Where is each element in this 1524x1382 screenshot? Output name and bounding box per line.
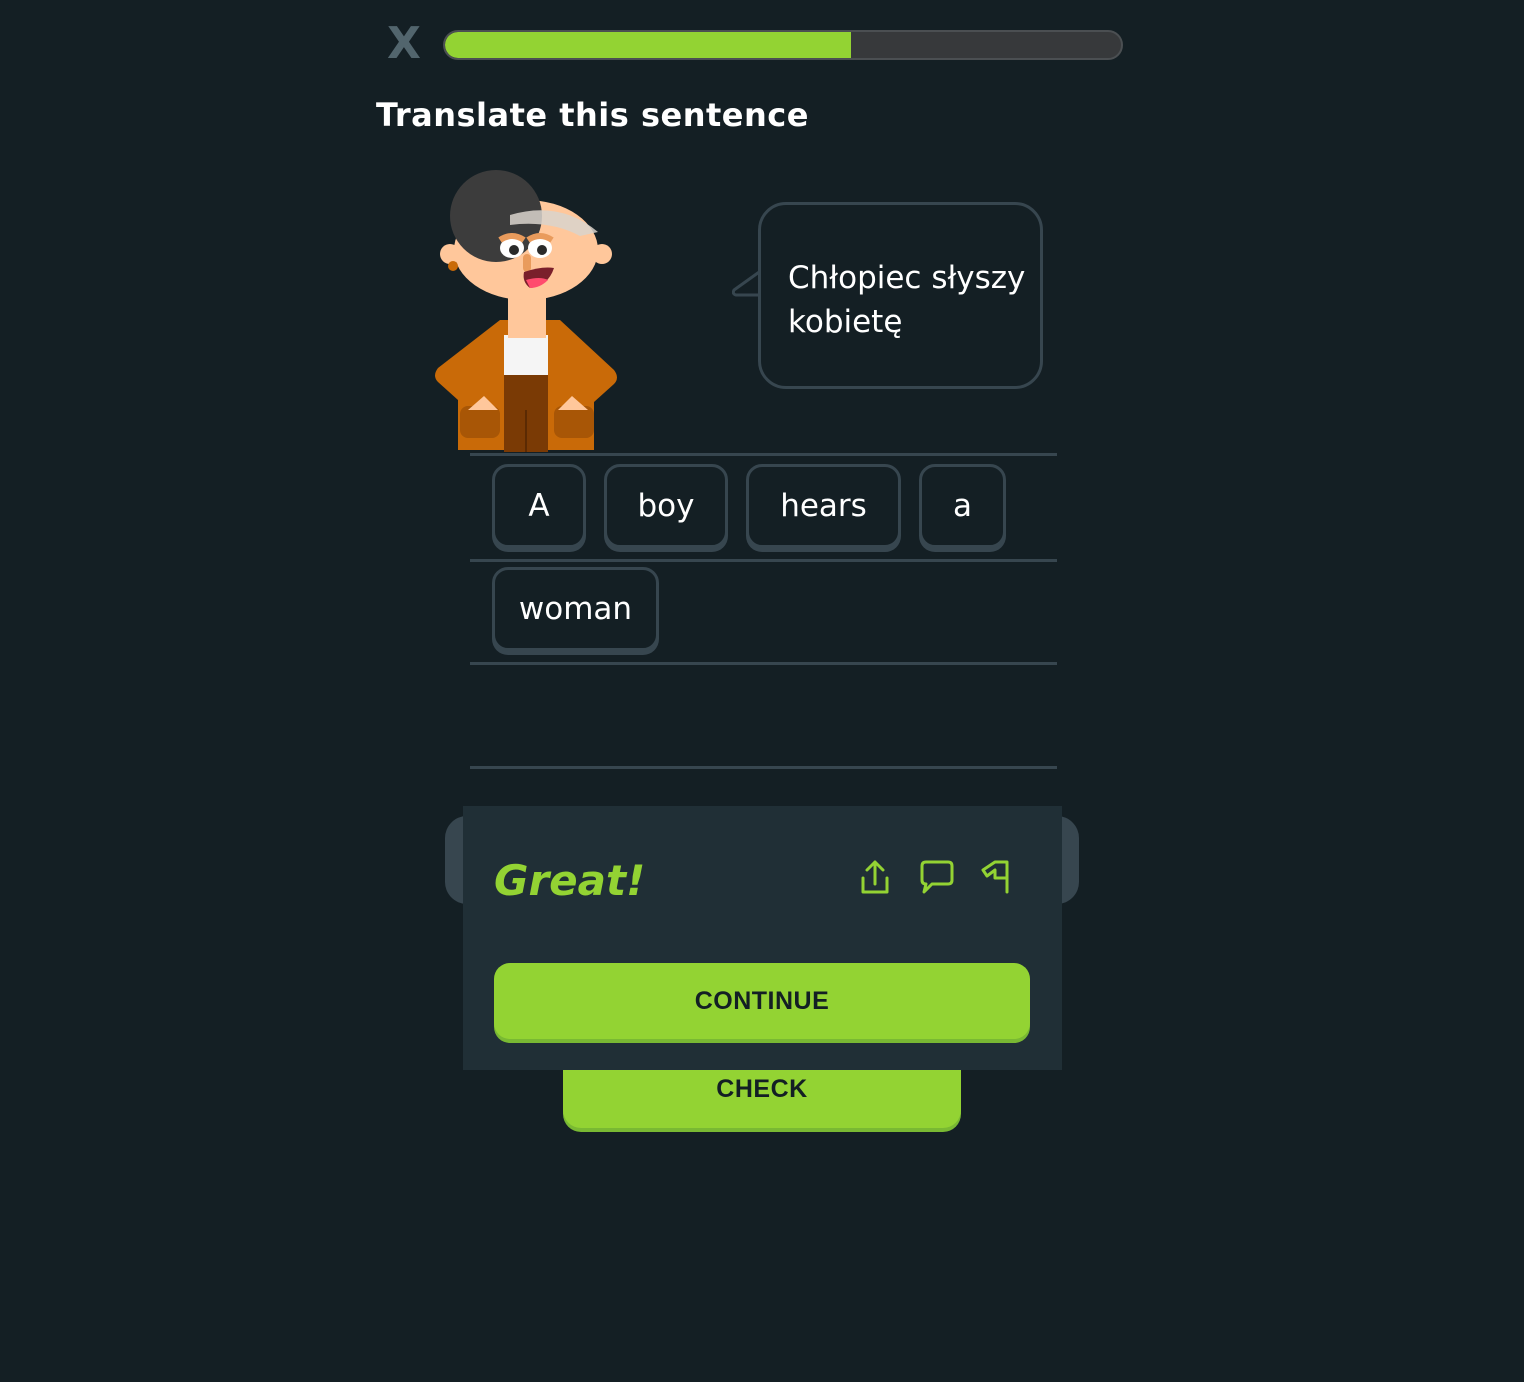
share-icon[interactable]	[855, 858, 895, 898]
word-chip[interactable]: a	[919, 464, 1006, 548]
word-chip[interactable]: woman	[492, 567, 659, 651]
lesson-progress-bar	[443, 30, 1123, 60]
word-chip[interactable]: hears	[746, 464, 901, 548]
word-chip[interactable]: boy	[604, 464, 728, 548]
progress-bar-fill	[445, 32, 851, 58]
answer-line	[470, 766, 1057, 769]
page-title: Translate this sentence	[376, 96, 809, 134]
character-illustration	[435, 170, 617, 452]
report-flag-icon[interactable]	[977, 858, 1017, 898]
answer-line	[470, 559, 1057, 562]
comment-icon[interactable]	[916, 858, 956, 898]
answer-line	[470, 662, 1057, 665]
word-chip[interactable]: A	[492, 464, 586, 548]
source-sentence: Chłopiec słyszy kobietę	[788, 256, 1033, 344]
source-sentence-line-2: kobietę	[788, 304, 903, 340]
close-button[interactable]: X	[384, 22, 424, 66]
source-sentence-line-1: Chłopiec słyszy	[788, 260, 1026, 296]
continue-button[interactable]: CONTINUE	[494, 963, 1030, 1039]
answer-line	[470, 453, 1057, 456]
feedback-message: Great!	[494, 856, 646, 905]
